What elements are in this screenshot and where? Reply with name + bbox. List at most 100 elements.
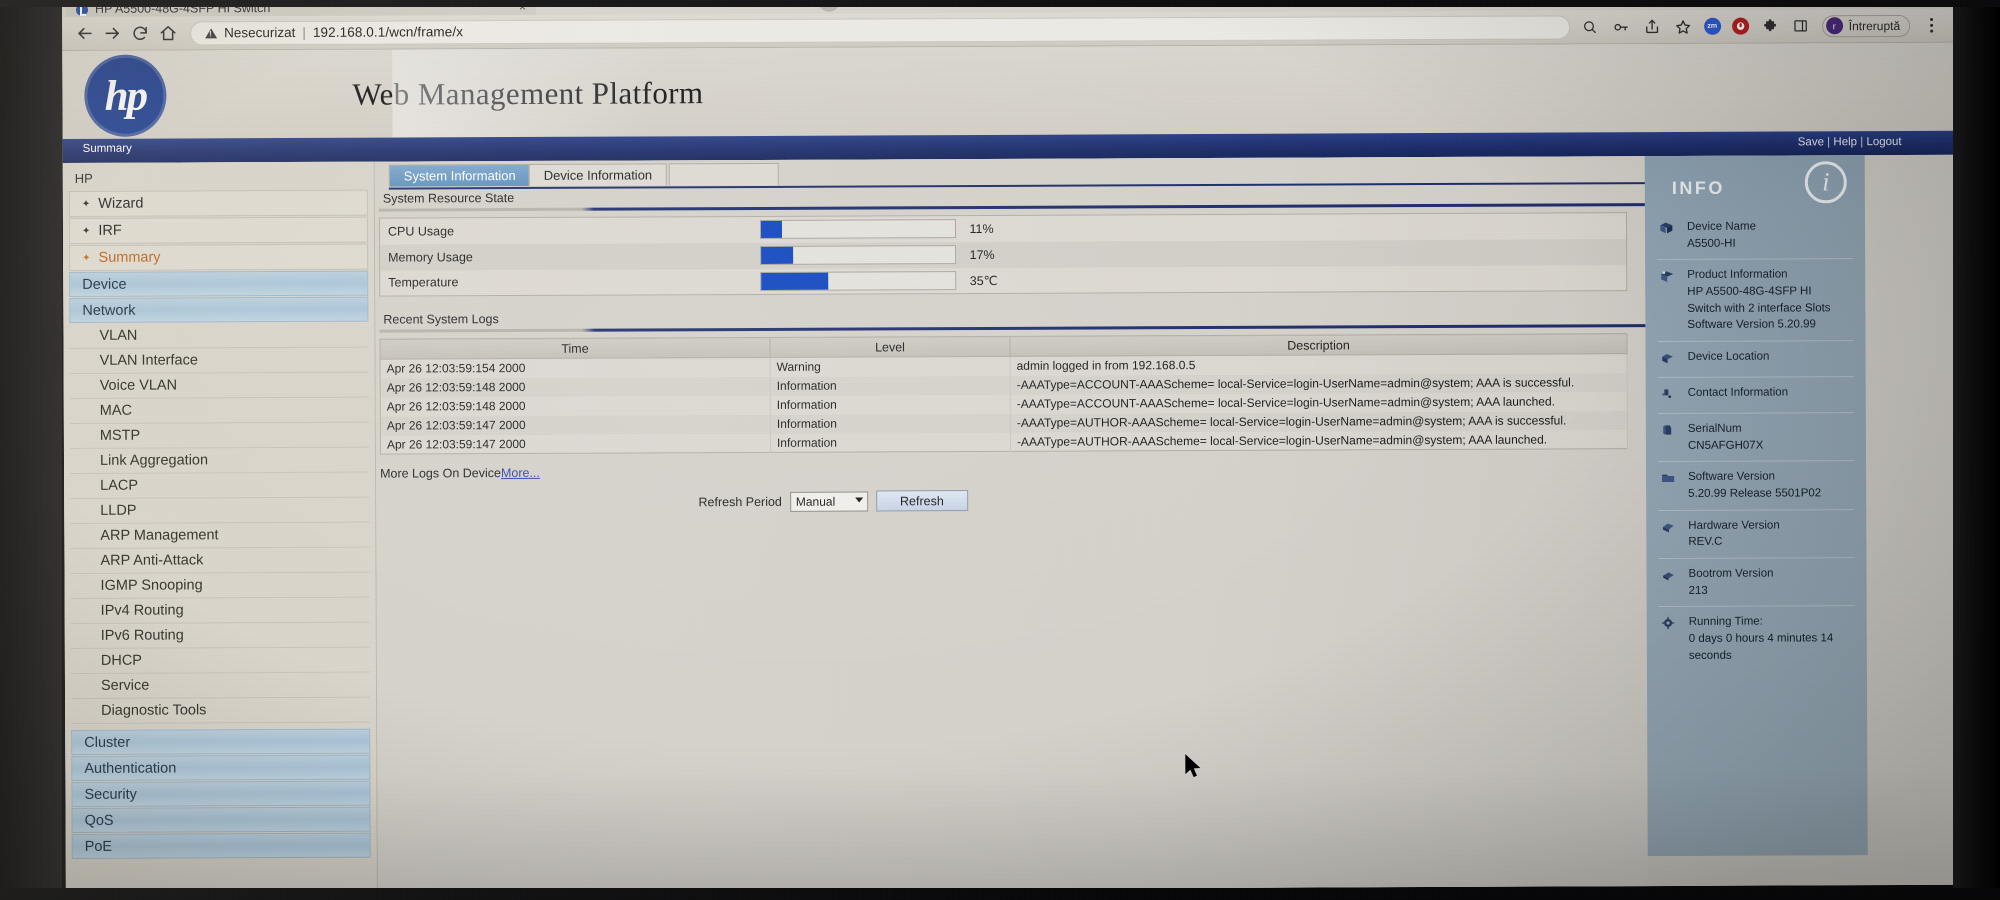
sidebar-item-dhcp[interactable]: DHCP <box>70 647 370 674</box>
contact-icon <box>1660 385 1678 406</box>
help-link[interactable]: Help <box>1833 136 1857 148</box>
sidebar-group-authentication[interactable]: Authentication <box>71 754 371 781</box>
star-icon[interactable] <box>1673 16 1693 36</box>
search-icon[interactable] <box>1580 17 1600 37</box>
info-item-product-information: Product Information HP A5500-48G-4SFP HI… <box>1657 258 1854 342</box>
software-icon <box>1660 469 1678 502</box>
info-item-title: Product Information <box>1687 268 1788 282</box>
toolbar-icons: zm r Întreruptă <box>1580 14 1945 38</box>
sidebar-group-cluster[interactable]: Cluster <box>71 728 371 755</box>
sidebar-item-irf[interactable]: ✦ IRF <box>68 216 369 244</box>
sidebar-group-security[interactable]: Security <box>71 780 371 807</box>
resource-value: 11% <box>969 221 994 236</box>
sidebar-item-label: MSTP <box>99 427 141 444</box>
share-icon[interactable] <box>1642 17 1662 37</box>
home-icon[interactable] <box>154 19 182 47</box>
more-logs-link[interactable]: More... <box>501 466 540 480</box>
tab-label: System Information <box>403 168 516 184</box>
sidebar-item-link-aggregation[interactable]: Link Aggregation <box>69 447 370 474</box>
info-item-title: Contact Information <box>1687 386 1789 399</box>
back-arrow-icon[interactable] <box>70 19 98 47</box>
sidebar-item-mstp[interactable]: MSTP <box>69 422 369 449</box>
sidebar-item-igmp-snooping[interactable]: IGMP Snooping <box>70 572 370 599</box>
system-information-panel: System Resource State CPU Usage 11% Memo… <box>375 186 1646 514</box>
refresh-period-select[interactable]: Manual <box>789 490 868 512</box>
header-links: Save | Help | Logout <box>1798 136 1902 148</box>
sidebar-item-lldp[interactable]: LLDP <box>70 497 370 524</box>
refresh-controls: Refresh Period Manual Refresh <box>380 487 1646 514</box>
sidebar-item-label: Wizard <box>98 195 144 212</box>
info-item-serial-number: SerialNum CN5AFGH07X <box>1657 412 1855 462</box>
log-level: Warning <box>770 356 1011 377</box>
recent-system-logs-table: Time Level Description Apr 26 12:03:59:1… <box>379 333 1628 455</box>
bezel-top <box>0 0 2000 7</box>
cpu-usage-bar <box>759 219 956 240</box>
sidebar-item-ipv6-routing[interactable]: IPv6 Routing <box>70 622 370 649</box>
info-item-body: Hardware Version REV.C <box>1688 517 1780 551</box>
refresh-button[interactable]: Refresh <box>875 490 968 512</box>
sidebar-item-ipv4-routing[interactable]: IPv4 Routing <box>70 597 370 624</box>
sidebar-item-mac[interactable]: MAC <box>69 397 369 424</box>
info-item-body: Contact Information <box>1688 385 1788 406</box>
sidebar-item-wizard[interactable]: ✦ Wizard <box>68 189 368 217</box>
hp-logo: hp <box>84 54 167 137</box>
sidebar-group-label: Cluster <box>84 734 131 751</box>
sidebar-item-voice-vlan[interactable]: Voice VLAN <box>69 372 369 399</box>
info-item-title: Software Version <box>1688 470 1776 484</box>
resource-section-title: System Resource State <box>382 191 515 206</box>
sidebar-group-label: QoS <box>84 812 114 829</box>
sidebar-group-network[interactable]: Network <box>69 296 369 323</box>
sidebar-group-poe[interactable]: PoE <box>71 832 371 859</box>
info-item-hardware-version: Hardware Version REV.C <box>1658 508 1855 559</box>
profile-status-pill[interactable]: r Întreruptă <box>1821 14 1911 37</box>
shield-extension-icon[interactable] <box>1731 17 1749 35</box>
running-time-icon <box>1661 614 1679 664</box>
three-dot-menu-icon[interactable] <box>1921 15 1941 35</box>
info-item-value: CN5AFGH07X <box>1687 439 1764 452</box>
forward-arrow-icon[interactable] <box>98 19 126 47</box>
location-icon <box>1660 349 1678 370</box>
info-item-value: 5.20.99 Release 5501P02 <box>1688 487 1822 500</box>
logout-link[interactable]: Logout <box>1866 136 1901 148</box>
sidebar-item-label: ARP Management <box>100 527 219 544</box>
sidebar-group-device[interactable]: Device <box>69 270 369 297</box>
resource-bar-cell <box>759 268 960 295</box>
tab-system-information[interactable]: System Information <box>388 163 531 187</box>
tab-label: Device Information <box>543 167 653 183</box>
sidebar-item-label: IGMP Snooping <box>100 577 203 594</box>
sidebar-item-label: IRF <box>98 222 122 239</box>
more-logs-row: More Logs On DeviceMore... <box>380 461 1646 481</box>
bezel-bottom <box>0 888 2000 900</box>
sidebar-item-arp-management[interactable]: ARP Management <box>70 522 370 549</box>
key-icon[interactable] <box>1611 17 1631 37</box>
photographed-screen: HP A5500-48G-4SFP HI Switch × + Nesecuri… <box>0 0 2000 900</box>
info-item-body: Product Information HP A5500-48G-4SFP HI… <box>1687 267 1830 334</box>
sidebar-item-label: Summary <box>98 249 161 266</box>
breadcrumb: Summary <box>82 142 132 155</box>
sidebar-item-service[interactable]: Service <box>70 672 371 699</box>
column-header-level: Level <box>769 336 1011 358</box>
info-item-device-location: Device Location <box>1657 340 1854 378</box>
reload-icon[interactable] <box>126 19 154 47</box>
sidebar-item-lacp[interactable]: LACP <box>70 472 370 499</box>
sidebar-group-qos[interactable]: QoS <box>71 806 371 833</box>
sidebar-item-arp-anti-attack[interactable]: ARP Anti-Attack <box>70 547 370 574</box>
sidebar-item-vlan[interactable]: VLAN <box>69 322 369 349</box>
sidebar-item-summary[interactable]: ✦ Summary <box>69 243 369 271</box>
tab-device-information[interactable]: Device Information <box>528 163 668 186</box>
sidebar-group-label: PoE <box>84 838 113 855</box>
security-label: Nesecurizat <box>224 24 296 41</box>
zoom-extension-icon[interactable]: zm <box>1703 17 1721 35</box>
info-item-body: Bootrom Version 213 <box>1688 566 1773 600</box>
system-resource-table: CPU Usage 11% Memory Usage 17% Temperatu… <box>378 212 1628 297</box>
address-bar[interactable]: Nesecurizat | 192.168.0.1/wcn/frame/x <box>190 14 1570 45</box>
save-link[interactable]: Save <box>1798 136 1824 148</box>
side-panel-icon[interactable] <box>1791 16 1811 36</box>
sidebar-item-diagnostic-tools[interactable]: Diagnostic Tools <box>71 697 371 724</box>
sidebar-item-vlan-interface[interactable]: VLAN Interface <box>69 347 369 374</box>
log-description: -AAAType=AUTHOR-AAAScheme= local-Service… <box>1010 429 1628 452</box>
log-time: Apr 26 12:03:59:147 2000 <box>380 433 771 455</box>
log-level: Information <box>770 432 1011 453</box>
puzzle-extensions-icon[interactable] <box>1760 16 1780 36</box>
memory-usage-bar <box>759 245 956 265</box>
